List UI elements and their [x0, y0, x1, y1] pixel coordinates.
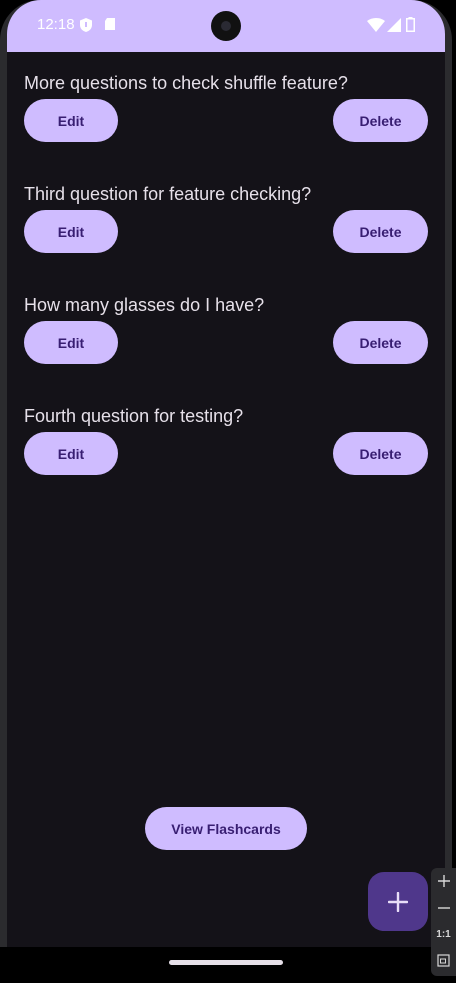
delete-button[interactable]: Delete: [333, 432, 428, 475]
question-text: Fourth question for testing?: [24, 406, 244, 426]
delete-button[interactable]: Delete: [333, 210, 428, 253]
cellular-signal-icon: [387, 18, 401, 37]
status-time: 12:18: [37, 16, 75, 33]
camera-cutout: [211, 11, 241, 41]
edit-button[interactable]: Edit: [24, 99, 118, 142]
navigation-bar: [0, 947, 456, 983]
edit-button[interactable]: Edit: [24, 321, 118, 364]
shield-icon: [79, 17, 93, 38]
question-text: How many glasses do I have?: [24, 295, 265, 315]
home-gesture-handle[interactable]: [169, 960, 283, 965]
edit-button[interactable]: Edit: [24, 210, 118, 253]
plus-icon: [388, 891, 408, 912]
emulator-zoom-toolbar: 1:1: [431, 868, 456, 976]
zoom-in-icon[interactable]: [431, 874, 456, 893]
wifi-icon: [367, 18, 385, 37]
question-text: More questions to check shuffle feature?: [24, 73, 348, 93]
add-flashcard-fab[interactable]: [368, 872, 428, 931]
edit-button[interactable]: Edit: [24, 432, 118, 475]
zoom-actual-size-label[interactable]: 1:1: [431, 929, 456, 940]
battery-icon: [406, 17, 415, 37]
app-screen: 12:18 More questions to check shuffle fe…: [7, 0, 445, 947]
question-text: Third question for feature checking?: [24, 184, 312, 204]
delete-button[interactable]: Delete: [333, 99, 428, 142]
view-flashcards-button[interactable]: View Flashcards: [145, 807, 307, 850]
delete-button[interactable]: Delete: [333, 321, 428, 364]
zoom-out-icon[interactable]: [431, 901, 456, 920]
sd-card-icon: [104, 17, 116, 36]
device-frame: 12:18 More questions to check shuffle fe…: [0, 0, 456, 983]
zoom-fit-icon[interactable]: [431, 954, 456, 972]
status-bar: 12:18: [7, 0, 445, 52]
